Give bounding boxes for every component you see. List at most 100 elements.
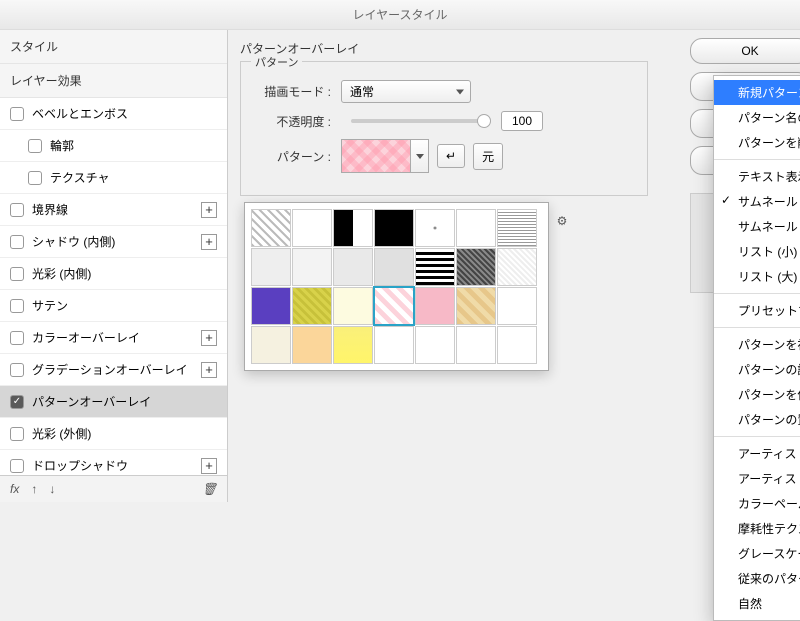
menu-item-5[interactable]: サムネール (小) を表示	[714, 189, 800, 214]
arrow-down-icon[interactable]: ↓	[49, 482, 55, 496]
style-item-label: パターンオーバーレイ	[32, 393, 217, 410]
pattern-cell-10[interactable]	[374, 248, 414, 286]
blendmode-select[interactable]: 通常	[341, 80, 471, 103]
menu-item-17[interactable]: アーティスト	[714, 441, 800, 466]
window-title: レイヤースタイル	[0, 0, 800, 30]
menu-item-8[interactable]: リスト (大) を表示	[714, 264, 800, 289]
pattern-cell-26[interactable]	[456, 326, 496, 364]
pattern-cell-16[interactable]	[333, 287, 373, 325]
style-item-9[interactable]: ✓ パターンオーバーレイ	[0, 386, 227, 418]
pattern-cell-15[interactable]	[292, 287, 332, 325]
fieldset-legend: パターン	[251, 54, 302, 70]
add-icon[interactable]: +	[201, 458, 217, 474]
pattern-cell-6[interactable]	[497, 209, 537, 247]
checkbox[interactable]	[10, 459, 24, 473]
menu-item-13[interactable]: パターンの読み込み...	[714, 357, 800, 382]
pattern-cell-27[interactable]	[497, 326, 537, 364]
add-icon[interactable]: +	[201, 330, 217, 346]
checkbox[interactable]	[10, 427, 24, 441]
pattern-cell-13[interactable]	[497, 248, 537, 286]
style-item-6[interactable]: サテン	[0, 290, 227, 322]
menu-item-18[interactable]: アーティストのブラシのカンバス	[714, 466, 800, 491]
snap-origin-button[interactable]: ↵	[437, 144, 465, 168]
checkbox[interactable]	[10, 107, 24, 121]
style-item-2[interactable]: テクスチャ	[0, 162, 227, 194]
pattern-cell-18[interactable]	[415, 287, 455, 325]
arrow-up-icon[interactable]: ↑	[31, 482, 37, 496]
add-icon[interactable]: +	[201, 202, 217, 218]
style-item-label: テクスチャ	[50, 169, 217, 186]
checkbox[interactable]	[10, 331, 24, 345]
pattern-cell-12[interactable]	[456, 248, 496, 286]
pattern-cell-22[interactable]	[292, 326, 332, 364]
pattern-cell-11[interactable]	[415, 248, 455, 286]
checkbox[interactable]	[10, 235, 24, 249]
pattern-cell-19[interactable]	[456, 287, 496, 325]
slider-thumb-icon[interactable]	[477, 114, 491, 128]
pattern-cell-25[interactable]	[415, 326, 455, 364]
style-item-label: 光彩 (内側)	[32, 265, 217, 282]
pattern-cell-24[interactable]	[374, 326, 414, 364]
add-icon[interactable]: +	[201, 362, 217, 378]
menu-item-0[interactable]: 新規パターン...	[714, 80, 800, 105]
fx-icon[interactable]: fx	[10, 482, 19, 496]
checkbox[interactable]	[28, 139, 42, 153]
pattern-cell-7[interactable]	[251, 248, 291, 286]
pattern-cell-14[interactable]	[251, 287, 291, 325]
pattern-cell-1[interactable]	[292, 209, 332, 247]
menu-item-12[interactable]: パターンを初期化...	[714, 332, 800, 357]
pattern-cell-2[interactable]	[333, 209, 373, 247]
layer-effects-header[interactable]: レイヤー効果	[0, 64, 227, 98]
menu-item-4[interactable]: テキスト表示	[714, 164, 800, 189]
menu-item-1[interactable]: パターン名の変更...	[714, 105, 800, 130]
menu-item-20[interactable]: 摩耗性テクスチャ	[714, 516, 800, 541]
style-item-5[interactable]: 光彩 (内側)	[0, 258, 227, 290]
style-item-8[interactable]: グラデーションオーバーレイ+	[0, 354, 227, 386]
style-item-10[interactable]: 光彩 (外側)	[0, 418, 227, 450]
menu-item-7[interactable]: リスト (小) を表示	[714, 239, 800, 264]
pattern-cell-21[interactable]	[251, 326, 291, 364]
pattern-context-menu: 新規パターン...パターン名の変更...パターンを削除テキスト表示サムネール (…	[713, 75, 800, 621]
checkbox[interactable]	[28, 171, 42, 185]
add-icon[interactable]: +	[201, 234, 217, 250]
style-item-1[interactable]: 輪郭	[0, 130, 227, 162]
styles-header[interactable]: スタイル	[0, 30, 227, 64]
style-item-11[interactable]: ドロップシャドウ+	[0, 450, 227, 475]
pattern-cell-20[interactable]	[497, 287, 537, 325]
checkbox[interactable]	[10, 203, 24, 217]
menu-item-14[interactable]: パターンを保存...	[714, 382, 800, 407]
menu-item-6[interactable]: サムネール (大) を表示	[714, 214, 800, 239]
style-item-3[interactable]: 境界線+	[0, 194, 227, 226]
pattern-cell-4[interactable]	[415, 209, 455, 247]
pattern-swatch[interactable]	[341, 139, 411, 173]
pattern-cell-8[interactable]	[292, 248, 332, 286]
pattern-cell-3[interactable]	[374, 209, 414, 247]
ok-button[interactable]: OK	[690, 38, 800, 64]
gear-icon[interactable]: ⚙	[552, 211, 572, 231]
menu-item-10[interactable]: プリセットマネージャー...	[714, 298, 800, 323]
style-item-label: ベベルとエンボス	[32, 105, 217, 122]
pattern-cell-17[interactable]	[374, 287, 414, 325]
pattern-cell-9[interactable]	[333, 248, 373, 286]
menu-item-19[interactable]: カラーペーパー	[714, 491, 800, 516]
menu-item-2[interactable]: パターンを削除	[714, 130, 800, 155]
menu-item-15[interactable]: パターンの置き換え...	[714, 407, 800, 432]
checkbox[interactable]: ✓	[10, 395, 24, 409]
pattern-dropdown-button[interactable]	[411, 139, 429, 173]
pattern-cell-0[interactable]	[251, 209, 291, 247]
checkbox[interactable]	[10, 299, 24, 313]
checkbox[interactable]	[10, 267, 24, 281]
style-item-4[interactable]: シャドウ (内側)+	[0, 226, 227, 258]
checkbox[interactable]	[10, 363, 24, 377]
style-item-7[interactable]: カラーオーバーレイ+	[0, 322, 227, 354]
opacity-slider[interactable]	[351, 119, 491, 123]
pattern-cell-5[interactable]	[456, 209, 496, 247]
menu-item-23[interactable]: 自然	[714, 591, 800, 616]
opacity-value[interactable]: 100	[501, 111, 543, 131]
style-item-0[interactable]: ベベルとエンボス	[0, 98, 227, 130]
pattern-cell-23[interactable]	[333, 326, 373, 364]
trash-icon[interactable]: 🗑	[202, 482, 217, 496]
menu-item-22[interactable]: 従来のパターン	[714, 566, 800, 591]
reset-button[interactable]: 元	[473, 143, 503, 170]
menu-item-21[interactable]: グレースケールペーパー	[714, 541, 800, 566]
